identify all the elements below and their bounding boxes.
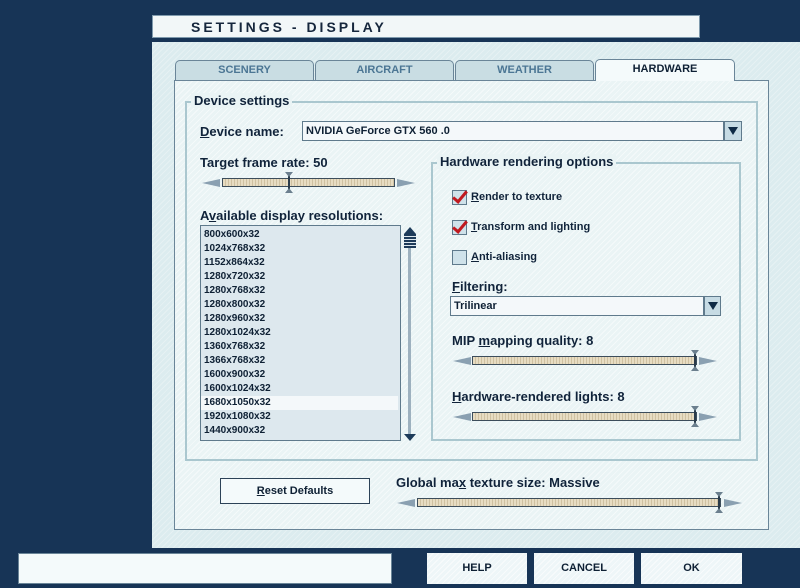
device-settings-label: Device settings [191,93,293,108]
help-button[interactable]: HELP [427,553,527,584]
target-frame-rate-label: Target frame rate: 50 [200,155,328,170]
resolutions-scrollbar[interactable] [408,232,411,436]
texture-decrease-icon[interactable] [397,499,415,507]
tab-aircraft[interactable]: AIRCRAFT [315,60,454,80]
mip-slider-thumb[interactable] [691,350,699,371]
hardware-rendering-label: Hardware rendering options [437,154,617,169]
filtering-label: Filtering: [452,279,508,294]
frame-rate-slider-track[interactable] [222,178,395,187]
frame-rate-slider-thumb[interactable] [285,172,294,193]
resolution-list-item[interactable]: 1280x800x32 [201,298,398,312]
tab-weather[interactable]: WEATHER [455,60,594,80]
resolution-list-item[interactable]: 1152x864x32 [201,256,398,270]
global-texture-label: Global max texture size: Massive [396,475,600,490]
mip-mapping-label: MIP mapping quality: 8 [452,333,594,348]
resolution-list-item[interactable]: 1280x960x32 [201,312,398,326]
ok-button[interactable]: OK [641,553,742,584]
lights-slider-thumb[interactable] [691,406,699,427]
texture-slider-track[interactable] [417,498,721,507]
texture-increase-icon[interactable] [724,499,742,507]
lights-increase-icon[interactable] [699,413,717,421]
resolution-list-item[interactable]: 1600x900x32 [201,368,398,382]
scroll-up-icon[interactable] [404,227,416,234]
resolution-list-item[interactable]: 1360x768x32 [201,340,398,354]
resolutions-label: Available display resolutions: [200,208,384,223]
window-title-bar: SETTINGS - DISPLAY [152,15,700,38]
transform-lighting-checkbox[interactable] [452,220,467,235]
resolution-list-item[interactable]: 1600x1024x32 [201,382,398,396]
render-to-texture-label: Render to texture [471,191,563,203]
resolution-list-item[interactable]: 1920x1080x32 [201,410,398,424]
tab-scenery[interactable]: SCENERY [175,60,314,80]
mip-slider-track[interactable] [472,356,697,365]
frame-rate-decrease-icon[interactable] [202,179,220,187]
resolution-list-item[interactable]: 1280x1024x32 [201,326,398,340]
resolutions-list[interactable]: 800x600x32 1024x768x32 1152x864x32 1280x720… [200,225,401,441]
resolution-list-item[interactable]: 1680x1050x32 [201,396,398,410]
mip-increase-icon[interactable] [699,357,717,365]
transform-lighting-label: Transform and lighting [471,221,591,233]
anti-aliasing-checkbox[interactable] [452,250,467,265]
lights-slider-track[interactable] [472,412,697,421]
reset-defaults-button[interactable]: Reset Defaults [220,478,370,504]
hw-lights-label: Hardware-rendered lights: 8 [452,389,625,404]
cancel-button[interactable]: CANCEL [534,553,634,584]
chevron-down-icon[interactable] [704,296,721,316]
render-to-texture-checkbox[interactable] [452,190,467,205]
window-title: SETTINGS - DISPLAY [191,19,387,35]
tab-hardware[interactable]: HARDWARE [595,59,735,81]
status-text-field [18,553,392,584]
resolution-list-item[interactable]: 800x600x32 [201,228,398,242]
frame-rate-increase-icon[interactable] [397,179,415,187]
mip-decrease-icon[interactable] [453,357,471,365]
scroll-down-icon[interactable] [404,434,416,441]
chevron-down-icon[interactable] [724,121,742,141]
scroll-thumb[interactable] [404,234,416,248]
resolution-list-item[interactable]: 1280x720x32 [201,270,398,284]
resolution-list-item[interactable]: 1024x768x32 [201,242,398,256]
resolution-list-item[interactable]: 1440x900x32 [201,424,398,438]
resolution-list-item[interactable]: 1366x768x32 [201,354,398,368]
device-name-dropdown[interactable]: NVIDIA GeForce GTX 560 .0 [302,121,724,141]
anti-aliasing-label: Anti-aliasing [471,251,538,263]
texture-slider-thumb[interactable] [715,492,723,513]
resolution-list-item[interactable]: 1280x768x32 [201,284,398,298]
filtering-dropdown[interactable]: Trilinear [450,296,704,316]
device-name-label: Device name: [200,124,284,139]
lights-decrease-icon[interactable] [453,413,471,421]
